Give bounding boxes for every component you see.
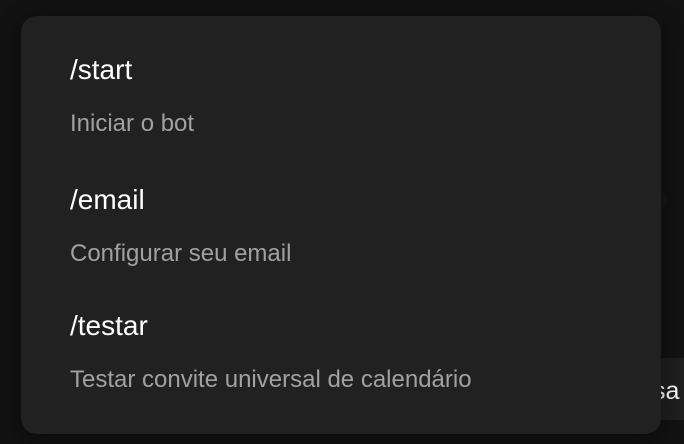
command-item-email[interactable]: /email Configurar seu email: [70, 183, 641, 269]
command-name: /testar: [70, 310, 148, 341]
command-name: /email: [70, 184, 145, 215]
command-name: /start: [70, 54, 133, 85]
bot-command-menu: /start Iniciar o bot /email Configurar s…: [21, 16, 661, 434]
command-item-testar[interactable]: /testar Testar convite universal de cale…: [70, 309, 641, 395]
command-description: Iniciar o bot: [70, 110, 195, 137]
command-description: Testar convite universal de calendário: [70, 366, 472, 393]
command-description: Configurar seu email: [70, 240, 292, 267]
command-item-start[interactable]: /start Iniciar o bot: [70, 53, 641, 139]
